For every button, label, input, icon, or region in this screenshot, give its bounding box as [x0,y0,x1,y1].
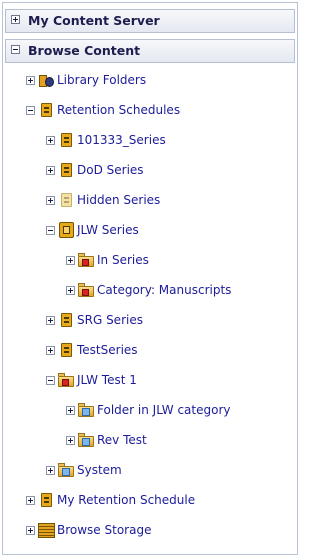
tree-item-hidden-series[interactable]: Hidden Series [46,189,160,211]
tree-item-label[interactable]: Folder in JLW category [97,403,231,417]
tree-item-browse-storage[interactable]: Browse Storage [26,519,151,541]
category-folder-icon [78,252,95,269]
retention-schedule-icon [58,162,75,179]
tree-item-testseries[interactable]: TestSeries [46,339,138,361]
tree-item-101333-series[interactable]: 101333_Series [46,129,166,151]
expand-icon[interactable] [26,525,35,535]
expand-icon[interactable] [46,195,55,205]
retention-schedule-icon [58,312,75,329]
tree-item-my-retention-schedule[interactable]: My Retention Schedule [26,489,195,511]
retention-schedule-icon [58,132,75,149]
tree-item-label[interactable]: DoD Series [77,163,144,177]
tree-item-retention-schedules[interactable]: Retention Schedules [26,99,180,121]
expand-icon[interactable] [26,75,35,85]
expand-icon[interactable] [66,405,75,415]
tree-item-label[interactable]: Category: Manuscripts [97,283,231,297]
browse-content-tree: Library Folders Retention Schedules 1013… [3,3,297,554]
record-folder-icon [78,402,95,419]
expand-icon[interactable] [46,165,55,175]
category-folder-icon [58,372,75,389]
expand-icon[interactable] [26,495,35,505]
tree-item-dod-series[interactable]: DoD Series [46,159,144,181]
expand-icon[interactable] [46,345,55,355]
tree-item-label[interactable]: In Series [97,253,149,267]
record-folder-icon [78,432,95,449]
collapse-icon[interactable] [26,105,35,115]
series-icon [58,221,75,239]
tree-item-srg-series[interactable]: SRG Series [46,309,143,331]
tree-item-label[interactable]: Rev Test [97,433,147,447]
retention-schedule-icon [58,342,75,359]
content-navigation-panel: My Content Server Browse Content Library… [2,2,298,555]
tree-item-label[interactable]: Browse Storage [57,523,151,537]
tree-item-category-manuscripts[interactable]: Category: Manuscripts [66,279,231,301]
tree-item-label[interactable]: JLW Series [77,223,139,237]
tree-item-folder-in-jlw-category[interactable]: Folder in JLW category [66,399,231,421]
tree-item-in-series[interactable]: In Series [66,249,149,271]
tree-item-jlw-series[interactable]: JLW Series [46,219,139,241]
collapse-icon[interactable] [46,225,55,235]
storage-icon [38,522,55,539]
tree-item-label[interactable]: 101333_Series [77,133,166,147]
tree-item-label[interactable]: Hidden Series [77,193,160,207]
expand-icon[interactable] [66,435,75,445]
tree-item-rev-test[interactable]: Rev Test [66,429,147,451]
hidden-series-icon [58,192,75,209]
tree-item-label[interactable]: Retention Schedules [57,103,180,117]
collapse-icon[interactable] [46,375,55,385]
tree-item-label[interactable]: TestSeries [77,343,138,357]
expand-icon[interactable] [46,465,55,475]
tree-item-label[interactable]: JLW Test 1 [77,373,137,387]
retention-schedule-icon [38,492,55,509]
expand-icon[interactable] [66,255,75,265]
tree-item-label[interactable]: SRG Series [77,313,143,327]
expand-icon[interactable] [46,135,55,145]
tree-item-label[interactable]: Library Folders [57,73,146,87]
retention-schedule-icon [38,102,55,119]
tree-item-label[interactable]: System [77,463,122,477]
system-folder-icon [58,462,75,479]
tree-item-jlw-test-1[interactable]: JLW Test 1 [46,369,137,391]
tree-item-label[interactable]: My Retention Schedule [57,493,195,507]
tree-item-system[interactable]: System [46,459,122,481]
library-folders-icon [38,72,55,89]
category-folder-icon [78,282,95,299]
expand-icon[interactable] [46,315,55,325]
expand-icon[interactable] [66,285,75,295]
tree-item-library-folders[interactable]: Library Folders [26,69,146,91]
